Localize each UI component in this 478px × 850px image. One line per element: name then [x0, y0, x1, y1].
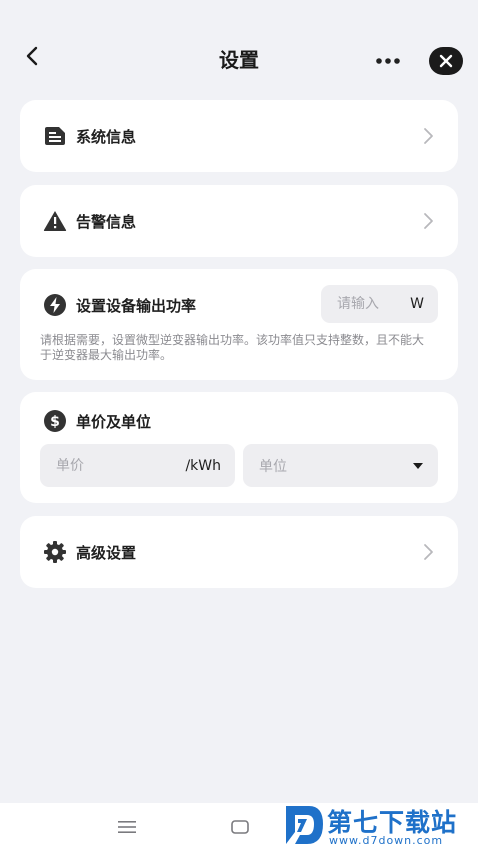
output-power-input[interactable]	[337, 296, 401, 312]
advanced-settings-label: 高级设置	[76, 543, 137, 562]
advanced-settings-card[interactable]: 高级设置	[20, 516, 458, 588]
svg-text:$: $	[50, 414, 60, 430]
more-dots-icon	[376, 58, 400, 64]
alarm-info-card[interactable]: 告警信息	[20, 185, 458, 257]
system-info-card[interactable]: 系统信息	[20, 100, 458, 172]
header: 设置	[0, 0, 478, 100]
close-icon	[439, 54, 453, 68]
price-card: $ 单价及单位 /kWh 单位	[20, 392, 458, 503]
output-power-label: 设置设备输出功率	[76, 296, 197, 315]
nav-home-button[interactable]	[228, 815, 252, 839]
watermark-logo	[286, 806, 323, 844]
page-title: 设置	[219, 48, 259, 72]
alarm-info-label: 告警信息	[76, 212, 137, 231]
advanced-settings-row[interactable]: 高级设置	[20, 516, 458, 588]
warning-icon	[42, 209, 68, 233]
system-info-row[interactable]: 系统信息	[20, 100, 458, 172]
power-unit: W	[410, 296, 424, 312]
output-power-description: 请根据需要，设置微型逆变器输出功率。该功率值只支持整数，且不能大于逆变器最大输出…	[40, 333, 425, 362]
gear-icon	[42, 540, 68, 564]
close-button[interactable]	[429, 47, 463, 75]
more-button[interactable]	[372, 52, 404, 70]
nav-menu-button[interactable]	[115, 815, 139, 839]
output-power-card: 设置设备输出功率 W 请根据需要，设置微型逆变器输出功率。该功率值只支持整数，且…	[20, 269, 458, 380]
document-icon	[42, 124, 68, 148]
alarm-info-row[interactable]: 告警信息	[20, 185, 458, 257]
dollar-icon: $	[42, 409, 68, 433]
unit-select[interactable]: 单位	[243, 444, 438, 487]
watermark: 第七下载站 www.d7down.com	[283, 800, 478, 850]
watermark-url: www.d7down.com	[329, 834, 444, 847]
unit-price-field[interactable]: /kWh	[40, 444, 235, 487]
price-label: 单价及单位	[76, 412, 152, 431]
unit-price-input[interactable]	[56, 457, 166, 474]
price-unit-suffix: /kWh	[185, 457, 221, 474]
caret-down-icon	[413, 462, 423, 469]
output-power-field[interactable]: W	[321, 285, 438, 323]
chevron-right-icon	[420, 542, 436, 562]
price-header: $ 单价及单位	[42, 409, 151, 433]
menu-icon	[118, 821, 136, 833]
output-power-header: 设置设备输出功率	[42, 293, 196, 317]
lightning-icon	[42, 293, 68, 317]
chevron-right-icon	[420, 211, 436, 231]
home-icon	[231, 820, 249, 834]
unit-select-placeholder: 单位	[259, 458, 287, 475]
chevron-right-icon	[420, 126, 436, 146]
system-info-label: 系统信息	[76, 127, 137, 146]
